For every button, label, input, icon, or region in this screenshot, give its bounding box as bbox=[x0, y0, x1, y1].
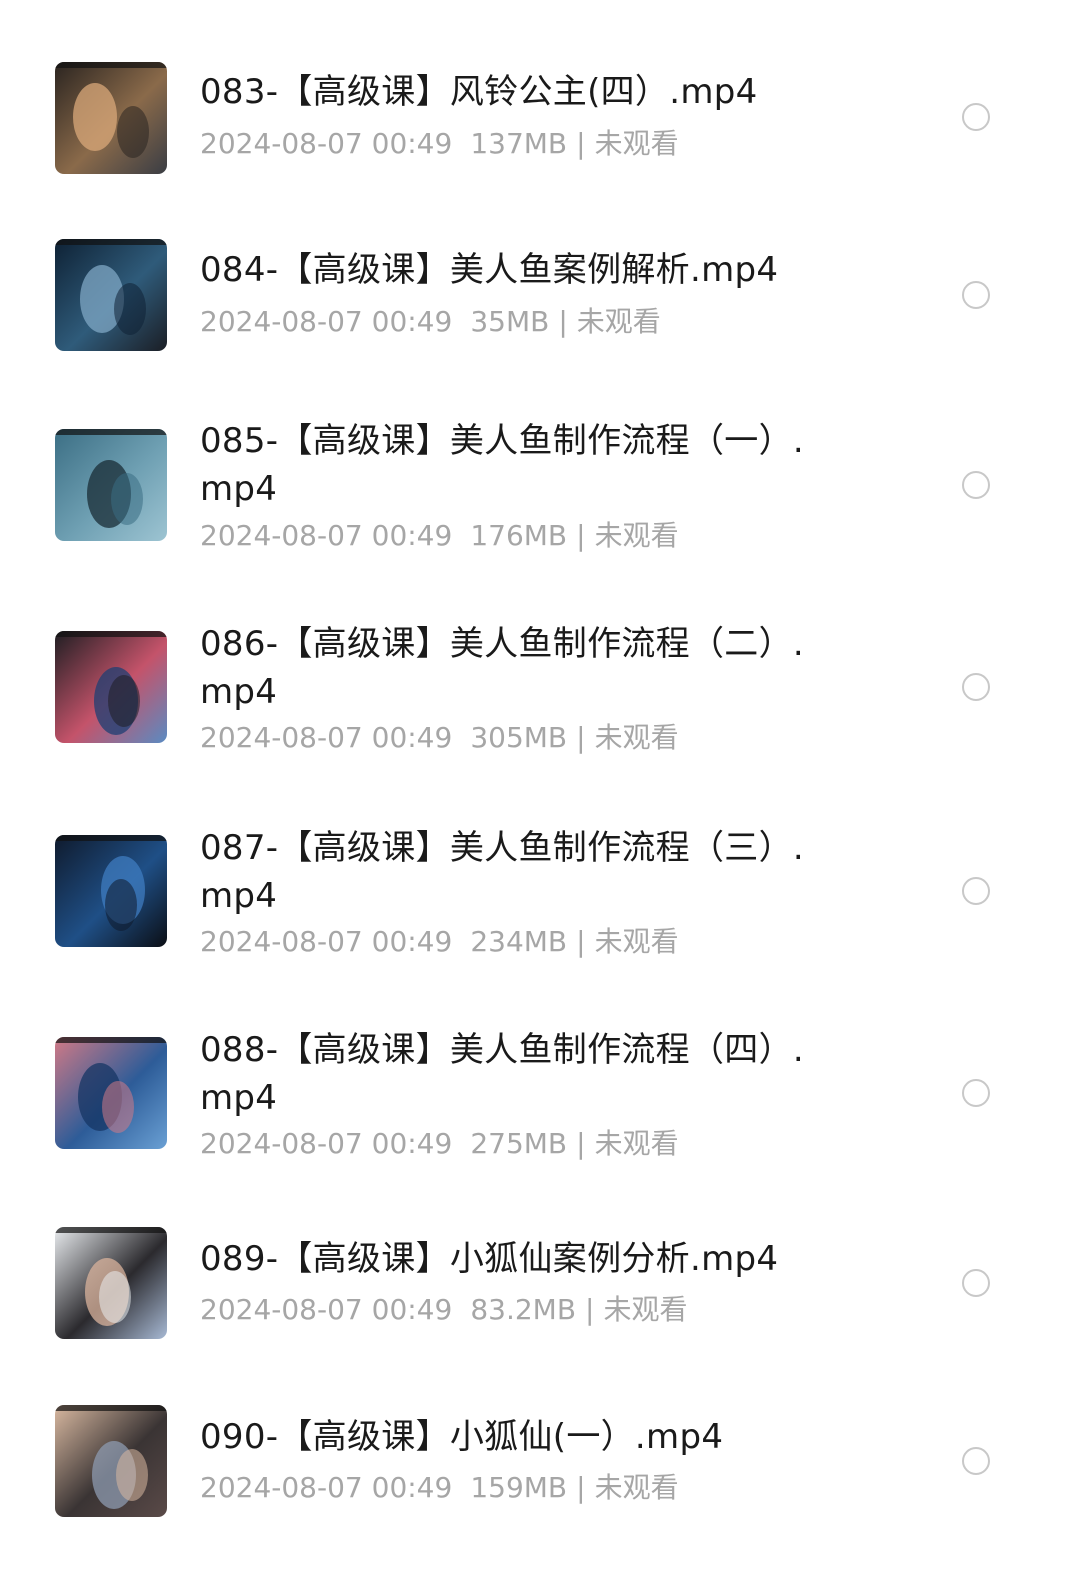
file-name: 083-【高级课】风铃公主(四）.mp4 bbox=[200, 68, 860, 116]
meta-separator: | bbox=[576, 519, 586, 552]
file-name-text: 083-【高级课】风铃公主(四）.mp4 bbox=[200, 72, 758, 112]
watch-status: 未观看 bbox=[576, 305, 661, 338]
select-radio[interactable] bbox=[962, 1079, 990, 1107]
file-meta: 2024-08-07 00:49 305MB | 未观看 bbox=[200, 718, 920, 758]
file-date: 2024-08-07 00:49 bbox=[200, 305, 453, 338]
file-name-text: 087-【高级课】美人鱼制作流程（三）. bbox=[200, 828, 804, 868]
meta-separator: | bbox=[576, 925, 586, 958]
video-thumbnail[interactable] bbox=[55, 1227, 167, 1339]
file-name: 089-【高级课】小狐仙案例分析.mp4 bbox=[200, 1235, 860, 1283]
video-thumbnail[interactable] bbox=[55, 239, 167, 351]
file-meta: 2024-08-07 00:49 275MB | 未观看 bbox=[200, 1124, 920, 1164]
file-size: 35MB bbox=[470, 305, 550, 338]
file-meta: 2024-08-07 00:49 176MB | 未观看 bbox=[200, 516, 920, 556]
file-date: 2024-08-07 00:49 bbox=[200, 721, 453, 754]
file-name-extension: mp4 bbox=[200, 1078, 278, 1118]
thumbnail-image bbox=[55, 1405, 167, 1517]
video-thumbnail[interactable] bbox=[55, 429, 167, 541]
meta-separator: | bbox=[585, 1293, 595, 1326]
watch-status: 未观看 bbox=[594, 519, 679, 552]
file-size: 137MB bbox=[470, 127, 568, 160]
meta-separator: | bbox=[576, 721, 586, 754]
file-name: 088-【高级课】美人鱼制作流程（四）. mp4 bbox=[200, 1026, 860, 1122]
file-size: 176MB bbox=[470, 519, 568, 552]
file-meta: 2024-08-07 00:49 35MB | 未观看 bbox=[200, 302, 920, 342]
file-list: 083-【高级课】风铃公主(四）.mp4 2024-08-07 00:49 137… bbox=[0, 0, 1080, 1587]
meta-separator: | bbox=[558, 305, 568, 338]
file-size: 83.2MB bbox=[470, 1293, 577, 1326]
watch-status: 未观看 bbox=[603, 1293, 688, 1326]
file-date: 2024-08-07 00:49 bbox=[200, 1293, 453, 1326]
file-name-extension: mp4 bbox=[200, 672, 278, 712]
thumbnail-image bbox=[55, 631, 167, 743]
video-thumbnail[interactable] bbox=[55, 1405, 167, 1517]
watch-status: 未观看 bbox=[594, 127, 679, 160]
file-name-text: 084-【高级课】美人鱼案例解析.mp4 bbox=[200, 250, 779, 290]
thumbnail-image bbox=[55, 429, 167, 541]
thumbnail-image bbox=[55, 1227, 167, 1339]
watch-status: 未观看 bbox=[594, 1127, 679, 1160]
select-radio[interactable] bbox=[962, 877, 990, 905]
file-date: 2024-08-07 00:49 bbox=[200, 127, 453, 160]
file-date: 2024-08-07 00:49 bbox=[200, 925, 453, 958]
thumbnail-image bbox=[55, 62, 167, 174]
file-size: 159MB bbox=[470, 1471, 568, 1504]
file-name-extension: mp4 bbox=[200, 876, 278, 916]
file-size: 305MB bbox=[470, 721, 568, 754]
video-thumbnail[interactable] bbox=[55, 1037, 167, 1149]
file-date: 2024-08-07 00:49 bbox=[200, 1471, 453, 1504]
file-name-text: 089-【高级课】小狐仙案例分析.mp4 bbox=[200, 1239, 779, 1279]
file-name-text: 088-【高级课】美人鱼制作流程（四）. bbox=[200, 1030, 804, 1070]
thumbnail-image bbox=[55, 835, 167, 947]
video-thumbnail[interactable] bbox=[55, 62, 167, 174]
meta-separator: | bbox=[576, 1471, 586, 1504]
file-meta: 2024-08-07 00:49 234MB | 未观看 bbox=[200, 922, 920, 962]
file-name-extension: mp4 bbox=[200, 469, 278, 509]
file-meta: 2024-08-07 00:49 137MB | 未观看 bbox=[200, 124, 920, 164]
file-name: 084-【高级课】美人鱼案例解析.mp4 bbox=[200, 246, 860, 294]
select-radio[interactable] bbox=[962, 103, 990, 131]
file-name-text: 090-【高级课】小狐仙(一）.mp4 bbox=[200, 1417, 724, 1457]
file-name-text: 085-【高级课】美人鱼制作流程（一）. bbox=[200, 421, 804, 461]
meta-separator: | bbox=[576, 1127, 586, 1160]
file-name: 087-【高级课】美人鱼制作流程（三）. mp4 bbox=[200, 824, 860, 920]
thumbnail-image bbox=[55, 239, 167, 351]
file-date: 2024-08-07 00:49 bbox=[200, 519, 453, 552]
meta-separator: | bbox=[576, 127, 586, 160]
select-radio[interactable] bbox=[962, 1269, 990, 1297]
file-name: 086-【高级课】美人鱼制作流程（二）. mp4 bbox=[200, 620, 860, 716]
watch-status: 未观看 bbox=[594, 721, 679, 754]
file-name: 085-【高级课】美人鱼制作流程（一）. mp4 bbox=[200, 417, 860, 513]
file-name: 090-【高级课】小狐仙(一）.mp4 bbox=[200, 1413, 860, 1461]
select-radio[interactable] bbox=[962, 1447, 990, 1475]
file-size: 275MB bbox=[470, 1127, 568, 1160]
select-radio[interactable] bbox=[962, 471, 990, 499]
file-size: 234MB bbox=[470, 925, 568, 958]
file-date: 2024-08-07 00:49 bbox=[200, 1127, 453, 1160]
select-radio[interactable] bbox=[962, 673, 990, 701]
video-thumbnail[interactable] bbox=[55, 835, 167, 947]
watch-status: 未观看 bbox=[594, 925, 679, 958]
select-radio[interactable] bbox=[962, 281, 990, 309]
thumbnail-image bbox=[55, 1037, 167, 1149]
file-meta: 2024-08-07 00:49 83.2MB | 未观看 bbox=[200, 1290, 920, 1330]
file-meta: 2024-08-07 00:49 159MB | 未观看 bbox=[200, 1468, 920, 1508]
video-thumbnail[interactable] bbox=[55, 631, 167, 743]
watch-status: 未观看 bbox=[594, 1471, 679, 1504]
file-name-text: 086-【高级课】美人鱼制作流程（二）. bbox=[200, 624, 804, 664]
